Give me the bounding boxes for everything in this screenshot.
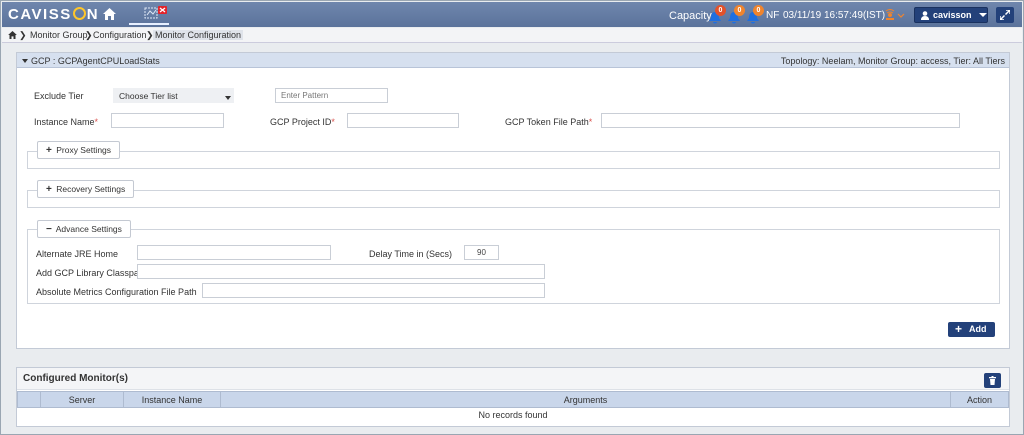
token-path-label: GCP Token File Path* (505, 117, 593, 127)
table-header-row: Server Instance Name Arguments Action (17, 391, 1009, 408)
tier-select-value: Choose Tier list (119, 91, 178, 101)
app-frame: CAVISS N Capacity 0 0 0 NF 03/11/19 16:57… (0, 0, 1024, 435)
chevron-right-icon: ❯ (19, 30, 27, 40)
current-datetime: 03/11/19 16:57:49(IST) (783, 10, 886, 21)
exclude-tier-label: Exclude Tier (34, 91, 84, 101)
jre-home-label: Alternate JRE Home (36, 249, 119, 259)
column-header-instance-name[interactable]: Instance Name (123, 391, 221, 408)
add-button-label: Add (969, 324, 987, 334)
collapse-icon[interactable] (22, 59, 28, 63)
delay-time-input[interactable] (464, 245, 499, 260)
classpath-label: Add GCP Library Classpath (36, 268, 147, 278)
fullscreen-button[interactable] (996, 7, 1014, 23)
user-menu-button[interactable]: cavisson (914, 7, 988, 23)
metrics-path-label: Absolute Metrics Configuration File Path (36, 287, 197, 297)
panel-title: GCP : GCPAgentCPULoadStats (31, 56, 160, 66)
instance-name-input[interactable] (111, 113, 224, 128)
configured-monitors-title: Configured Monitor(s) (23, 373, 128, 384)
tier-select[interactable]: Choose Tier list (113, 88, 234, 103)
configured-monitors-header: Configured Monitor(s) (17, 368, 1009, 390)
recovery-settings-section (27, 190, 1000, 208)
alert-count-badge: 0 (715, 5, 726, 16)
table-row: No records found (18, 408, 1009, 422)
alert-count-badge: 0 (734, 5, 745, 16)
token-path-input[interactable] (601, 113, 960, 128)
plus-icon: + (955, 322, 963, 336)
column-header-select[interactable] (17, 391, 41, 408)
configured-monitors-table: Server Instance Name Arguments Action No… (17, 391, 1009, 422)
nf-label: NF (766, 10, 780, 21)
gcp-config-panel: GCP : GCPAgentCPULoadStats Topology: Nee… (16, 52, 1010, 349)
pattern-input[interactable] (275, 88, 388, 103)
cavisson-logo: CAVISS N (8, 6, 100, 23)
expand-icon (1000, 10, 1010, 20)
active-tab-underline (129, 23, 169, 25)
top-bar: CAVISS N Capacity 0 0 0 NF 03/11/19 16:57… (2, 2, 1022, 27)
advance-settings-toggle[interactable]: − Advance Settings (37, 220, 131, 238)
capacity-label: Capacity (669, 10, 712, 22)
classpath-input[interactable] (137, 264, 545, 279)
alert-count-badge: 0 (753, 5, 764, 16)
recovery-settings-toggle[interactable]: + Recovery Settings (37, 180, 135, 198)
jre-home-input[interactable] (137, 245, 331, 260)
add-button[interactable]: + Add (948, 322, 995, 337)
column-header-action[interactable]: Action (950, 391, 1009, 408)
proxy-settings-toggle[interactable]: + Proxy Settings (37, 141, 121, 159)
breadcrumb-configuration[interactable]: Configuration (93, 30, 147, 40)
home-icon[interactable] (103, 8, 116, 20)
column-header-arguments[interactable]: Arguments (220, 391, 951, 408)
breadcrumb: ❯ Monitor Group ❯ Configuration ❯ Monito… (2, 28, 1022, 43)
monitor-app-icon[interactable] (143, 5, 169, 21)
topology-info: Topology: Neelam, Monitor Group: access,… (780, 56, 1005, 66)
instance-name-label: Instance Name* (34, 117, 99, 127)
configured-monitors-panel: Configured Monitor(s) Server Instance Na… (16, 367, 1010, 427)
breadcrumb-current: Monitor Configuration (153, 30, 244, 40)
trash-icon (989, 376, 996, 385)
delay-time-label: Delay Time in (Secs) (369, 249, 453, 259)
chevron-right-icon: ❯ (85, 30, 93, 40)
proxy-settings-section (27, 151, 1000, 169)
project-id-label: GCP Project ID* (270, 117, 335, 127)
home-icon[interactable] (8, 31, 17, 39)
empty-message: No records found (478, 409, 548, 420)
chevron-down-icon (979, 13, 987, 17)
column-header-server[interactable]: Server (40, 391, 124, 408)
delete-button[interactable] (984, 373, 1001, 388)
user-icon (921, 11, 929, 20)
project-id-input[interactable] (347, 113, 459, 128)
panel-header[interactable]: GCP : GCPAgentCPULoadStats Topology: Nee… (17, 53, 1009, 68)
metrics-path-input[interactable] (202, 283, 545, 298)
chevron-down-icon (225, 96, 231, 100)
username: cavisson (933, 10, 972, 20)
broadcast-icon[interactable] (884, 9, 906, 21)
breadcrumb-monitor-group[interactable]: Monitor Group (30, 30, 88, 40)
